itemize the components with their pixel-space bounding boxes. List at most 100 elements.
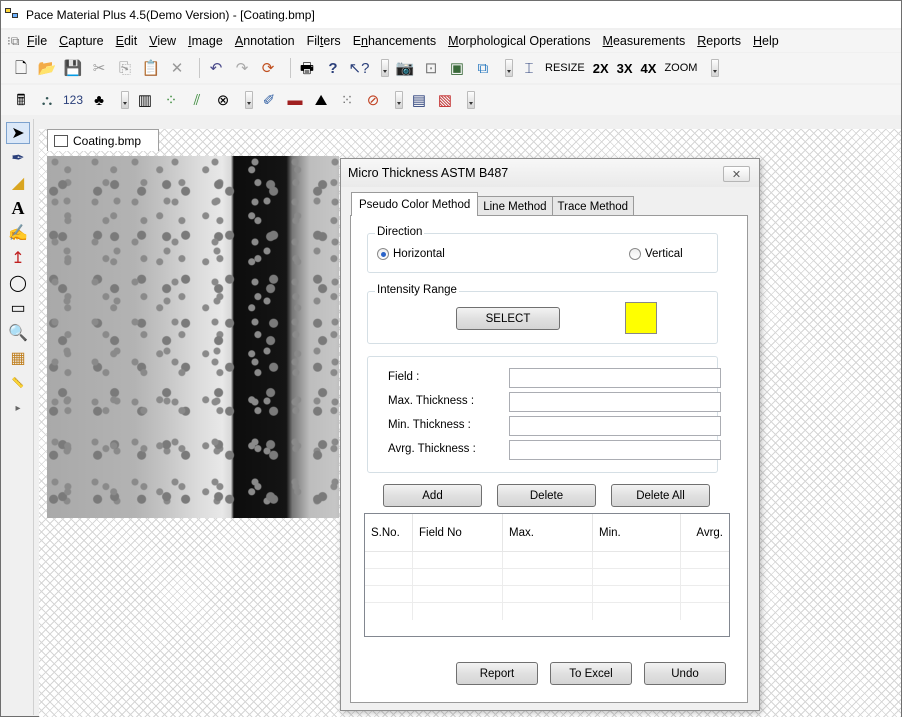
thickness-icon[interactable]: ▬ <box>285 90 305 110</box>
menu-morphological-operations[interactable]: Morphological Operations <box>448 34 590 48</box>
report-icon[interactable]: ▤ <box>409 90 429 110</box>
graphite-icon[interactable]: ⊘ <box>363 90 383 110</box>
toolbar-overflow-button[interactable] <box>395 91 403 109</box>
toolbar-overflow-button[interactable] <box>381 59 389 77</box>
vertical-measure-icon[interactable]: ↥ <box>6 247 30 269</box>
menu-image[interactable]: Image <box>188 34 223 48</box>
pen-tool-icon[interactable]: ✒ <box>6 147 30 169</box>
line-measure-icon[interactable]: ✐ <box>259 90 279 110</box>
new-file-icon[interactable]: 🗋 <box>11 58 31 78</box>
eraser-tool-icon[interactable]: ◢ <box>6 172 30 194</box>
field-label: Field : <box>388 371 420 383</box>
tab-pseudo-color-method[interactable]: Pseudo Color Method <box>351 192 479 216</box>
tab-trace-method[interactable]: Trace Method <box>551 196 635 216</box>
document-tab[interactable]: Coating.bmp <box>47 129 159 151</box>
vertical-radio[interactable]: Vertical <box>629 248 683 260</box>
resize-button[interactable]: RESIZE <box>545 62 585 74</box>
menu-grip-icon: ⁝⧉ <box>7 33 20 48</box>
zoom-3x-button[interactable]: 3X <box>617 61 633 76</box>
toolbar-overflow-button[interactable] <box>121 91 129 109</box>
menu-enhancements[interactable]: Enhancements <box>353 34 436 48</box>
report-button[interactable]: Report <box>456 662 538 685</box>
min-thickness-input[interactable] <box>509 416 721 436</box>
particle-icon[interactable]: ⛬ <box>37 90 57 110</box>
toolbar-overflow-button[interactable] <box>505 59 513 77</box>
paste-icon[interactable]: 📋 <box>141 58 161 78</box>
method-tabs: Pseudo Color Method Line Method Trace Me… <box>351 192 635 216</box>
phase-icon[interactable]: ⊗ <box>213 90 233 110</box>
histogram-icon[interactable]: ▥ <box>135 90 155 110</box>
magnifier-icon[interactable]: 🔍 <box>6 322 30 344</box>
fiber-icon[interactable]: ⫽ <box>187 90 207 110</box>
rectangle-tool-icon[interactable]: ▭ <box>6 297 30 319</box>
toolbar-separator <box>290 58 291 78</box>
menu-capture[interactable]: Capture <box>59 34 103 48</box>
brush-tool-icon[interactable]: ✍ <box>6 222 30 244</box>
tab-line-method[interactable]: Line Method <box>477 196 553 216</box>
count-icon[interactable]: 123 <box>63 90 83 110</box>
toolbar-overflow-button[interactable] <box>467 91 475 109</box>
menu-filters[interactable]: Filters <box>307 34 341 48</box>
palette-icon[interactable]: ▦ <box>6 347 30 369</box>
camera-icon[interactable]: 📷 <box>395 58 415 78</box>
context-help-icon[interactable]: ↖? <box>349 58 370 78</box>
horizontal-radio[interactable]: Horizontal <box>377 248 445 260</box>
menu-reports[interactable]: Reports <box>697 34 741 48</box>
intensity-color-swatch[interactable] <box>625 302 657 334</box>
print-icon[interactable]: 🖶 <box>297 58 317 78</box>
pointer-tool-icon[interactable]: ➤ <box>6 122 30 144</box>
zoom-button[interactable]: ZOOM <box>664 62 697 74</box>
menu-file[interactable]: File <box>27 34 47 48</box>
delete-icon[interactable]: ✕ <box>167 58 187 78</box>
redo-icon[interactable]: ↷ <box>232 58 252 78</box>
calculator-icon[interactable]: 🖩 <box>11 90 31 110</box>
layer-icon[interactable]: ⛰ <box>311 90 331 110</box>
zoom-4x-button[interactable]: 4X <box>641 61 657 76</box>
field-input[interactable] <box>509 368 721 388</box>
document-icon <box>54 134 68 147</box>
zoom-2x-button[interactable]: 2X <box>593 61 609 76</box>
export-icon[interactable]: ▧ <box>435 90 455 110</box>
menu-edit[interactable]: Edit <box>116 34 138 48</box>
grain-icon[interactable]: ⁙ <box>337 90 357 110</box>
select-button[interactable]: SELECT <box>456 307 560 330</box>
capture-icon[interactable]: ▣ <box>447 58 467 78</box>
close-icon[interactable]: ✕ <box>723 166 750 182</box>
open-folder-icon[interactable]: 📂 <box>37 58 57 78</box>
help-icon[interactable]: ? <box>323 58 343 78</box>
menu-annotation[interactable]: Annotation <box>235 34 295 48</box>
toolbar-overflow-button[interactable] <box>711 59 720 77</box>
coating-micrograph-image[interactable] <box>47 156 339 518</box>
avg-thickness-label: Avrg. Thickness : <box>388 443 476 455</box>
undo-button[interactable]: Undo <box>644 662 726 685</box>
text-tool-icon[interactable]: A <box>6 197 30 219</box>
window-icon[interactable]: ⧉ <box>473 58 493 78</box>
cut-icon[interactable]: ✂ <box>89 58 109 78</box>
rotate-icon[interactable]: ⟳ <box>258 58 278 78</box>
resize-icon[interactable]: ⌶ <box>519 58 539 78</box>
measurement-fields-group: Field : Max. Thickness : Min. Thickness … <box>367 356 721 473</box>
scatter-icon[interactable]: ⁘ <box>161 90 181 110</box>
dialog-title: Micro Thickness ASTM B487 <box>348 166 509 180</box>
menu-view[interactable]: View <box>149 34 176 48</box>
menu-help[interactable]: Help <box>753 34 779 48</box>
toolbar-overflow-button[interactable] <box>245 91 253 109</box>
delete-all-button[interactable]: Delete All <box>611 484 710 507</box>
add-button[interactable]: Add <box>383 484 482 507</box>
radio-selected-icon <box>377 248 389 260</box>
menu-measurements[interactable]: Measurements <box>603 34 686 48</box>
delete-button[interactable]: Delete <box>497 484 596 507</box>
ruler-icon[interactable]: 📏 <box>6 372 30 394</box>
cluster-icon[interactable]: ♣ <box>89 90 109 110</box>
avg-thickness-input[interactable] <box>509 440 721 460</box>
max-thickness-input[interactable] <box>509 392 721 412</box>
ellipse-tool-icon[interactable]: ◯ <box>6 272 30 294</box>
radio-unselected-icon <box>629 248 641 260</box>
expand-arrow-icon[interactable]: ▸ <box>6 397 30 419</box>
copy-icon[interactable]: ⎘ <box>115 58 135 78</box>
undo-icon[interactable]: ↶ <box>206 58 226 78</box>
snapshot-icon[interactable]: ⊡ <box>421 58 441 78</box>
to-excel-button[interactable]: To Excel <box>550 662 632 685</box>
results-table[interactable]: S.No. Field No Max. Min. Avrg. <box>364 513 730 637</box>
save-icon[interactable]: 💾 <box>63 58 83 78</box>
